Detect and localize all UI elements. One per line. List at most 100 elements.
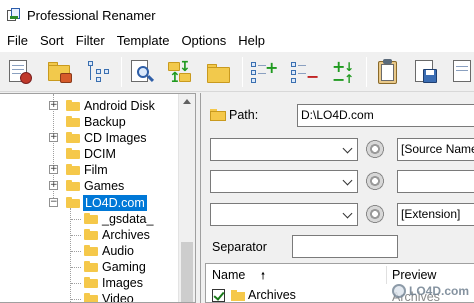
row-checkbox[interactable] xyxy=(212,289,225,302)
clipboard-icon[interactable] xyxy=(374,58,402,86)
folder-icon xyxy=(231,290,245,301)
folder-icon xyxy=(84,293,98,302)
folder-icon xyxy=(66,164,80,175)
search-files-icon[interactable] xyxy=(128,58,156,86)
menu-sort[interactable]: Sort xyxy=(34,30,70,52)
folder-icon xyxy=(210,109,226,121)
folder-icon xyxy=(66,132,80,143)
globe-icon xyxy=(391,284,406,298)
gear-icon[interactable] xyxy=(365,139,385,159)
tree-item-backup[interactable]: Backup xyxy=(0,114,180,130)
tree-item-label: Games xyxy=(84,179,125,193)
rule-field-3[interactable]: [Extension] xyxy=(397,203,474,226)
rule-combo-2[interactable] xyxy=(210,170,358,193)
file-list[interactable]: Name 🠕 Preview Archives Archives LO4D.co… xyxy=(205,263,474,303)
tree-item-film[interactable]: + Film xyxy=(0,162,180,178)
expand-icon[interactable]: + xyxy=(49,165,58,174)
tree-item-label: DCIM xyxy=(84,147,116,161)
separator-field[interactable] xyxy=(292,235,398,258)
path-field[interactable]: D:\LO4D.com xyxy=(297,104,474,127)
file-name: Archives xyxy=(248,288,296,302)
column-header-name[interactable]: Name 🠕 xyxy=(206,264,386,286)
menu-file[interactable]: File xyxy=(0,30,34,52)
tree-item-archives[interactable]: Archives xyxy=(0,227,180,243)
tree-item-dcim[interactable]: DCIM xyxy=(0,146,180,162)
folder-icon xyxy=(66,100,80,111)
chevron-down-icon xyxy=(342,175,353,186)
tree-item-label: Archives xyxy=(102,228,150,242)
add-remove-icon[interactable]: + ↓ − ↑ xyxy=(328,57,356,89)
move-files-icon[interactable]: ↧ ↥ xyxy=(166,58,194,86)
toolbar: ↧ ↥ + − + ↓ − ↑ xyxy=(0,52,474,92)
tree-item-label: Audio xyxy=(102,244,134,258)
menu-filter[interactable]: Filter xyxy=(70,30,111,52)
folder-icon xyxy=(66,180,80,191)
tree-item-label: Video xyxy=(102,292,134,303)
rename-settings-panel: Path: D:\LO4D.com [Source Name] [Extensi… xyxy=(200,93,474,303)
folder-icon xyxy=(84,277,98,288)
scroll-thumb[interactable] xyxy=(181,242,193,302)
folder-tree[interactable]: + Android Disk Backup + CD Images DCIM +… xyxy=(0,93,196,303)
tree-item-images[interactable]: Images xyxy=(0,275,180,291)
tree-item-label: CD Images xyxy=(84,131,147,145)
app-window: Professional Renamer File Sort Filter Te… xyxy=(0,0,474,303)
tree-view-icon[interactable] xyxy=(84,58,112,86)
watermark-text: LO4D.com xyxy=(408,284,469,298)
expand-icon[interactable]: + xyxy=(49,101,58,110)
add-items-icon[interactable]: + xyxy=(248,58,278,86)
menu-options[interactable]: Options xyxy=(175,30,232,52)
save-icon[interactable] xyxy=(412,58,440,86)
expand-icon[interactable]: + xyxy=(49,133,58,142)
gear-icon[interactable] xyxy=(365,204,385,224)
rename-tool-icon[interactable] xyxy=(6,58,34,86)
tree-item-label: Gaming xyxy=(102,260,146,274)
menu-bar: File Sort Filter Template Options Help xyxy=(0,30,474,52)
chevron-down-icon xyxy=(342,208,353,219)
rule-combo-1[interactable] xyxy=(210,138,358,161)
remove-items-icon[interactable]: − xyxy=(288,58,319,86)
folder-icon xyxy=(66,116,80,127)
tree-item-label: Images xyxy=(102,276,143,290)
path-label: Path: xyxy=(229,108,259,122)
tree-item-label: _gsdata_ xyxy=(102,212,154,226)
app-icon xyxy=(7,8,21,22)
document-icon[interactable] xyxy=(450,58,474,86)
folder-icon[interactable] xyxy=(204,58,232,86)
menu-help[interactable]: Help xyxy=(232,30,271,52)
tree-item-label: Backup xyxy=(84,115,126,129)
separator-label: Separator xyxy=(212,240,267,254)
folder-icon xyxy=(66,148,80,159)
folder-icon xyxy=(84,229,98,240)
scroll-up-arrow-icon[interactable] xyxy=(183,99,191,104)
title-bar: Professional Renamer xyxy=(0,0,474,30)
rule-field-2[interactable] xyxy=(397,170,474,193)
rule-field-1[interactable]: [Source Name] xyxy=(397,138,474,161)
open-folder-icon[interactable] xyxy=(46,58,74,86)
tree-item-video[interactable]: Video xyxy=(0,291,180,303)
tree-item-android-disk[interactable]: + Android Disk xyxy=(0,98,180,114)
menu-template[interactable]: Template xyxy=(111,30,176,52)
window-title: Professional Renamer xyxy=(27,7,156,23)
folder-icon xyxy=(84,245,98,256)
chevron-down-icon xyxy=(342,143,353,154)
gear-icon[interactable] xyxy=(365,171,385,191)
tree-item-lo4d[interactable]: − LO4D.com xyxy=(0,195,180,211)
tree-item-cd-images[interactable]: + CD Images xyxy=(0,130,180,146)
tree-item-audio[interactable]: Audio xyxy=(0,243,180,259)
tree-item-label: Android Disk xyxy=(84,99,155,113)
folder-icon xyxy=(84,213,98,224)
collapse-icon[interactable]: − xyxy=(49,198,58,207)
tree-item-games[interactable]: + Games xyxy=(0,178,180,194)
column-header-preview[interactable]: Preview xyxy=(386,264,436,286)
sort-arrow-icon: 🠕 xyxy=(260,271,266,282)
folder-icon xyxy=(66,197,80,208)
watermark: LO4D.com xyxy=(391,284,469,298)
rule-combo-3[interactable] xyxy=(210,203,358,226)
tree-item-gsdata[interactable]: _gsdata_ xyxy=(0,211,180,227)
folder-icon xyxy=(84,261,98,272)
tree-item-gaming[interactable]: Gaming xyxy=(0,259,180,275)
tree-item-label-selected: LO4D.com xyxy=(83,195,147,211)
tree-item-label: Film xyxy=(84,163,108,177)
tree-scrollbar[interactable] xyxy=(178,94,195,302)
expand-icon[interactable]: + xyxy=(49,181,58,190)
